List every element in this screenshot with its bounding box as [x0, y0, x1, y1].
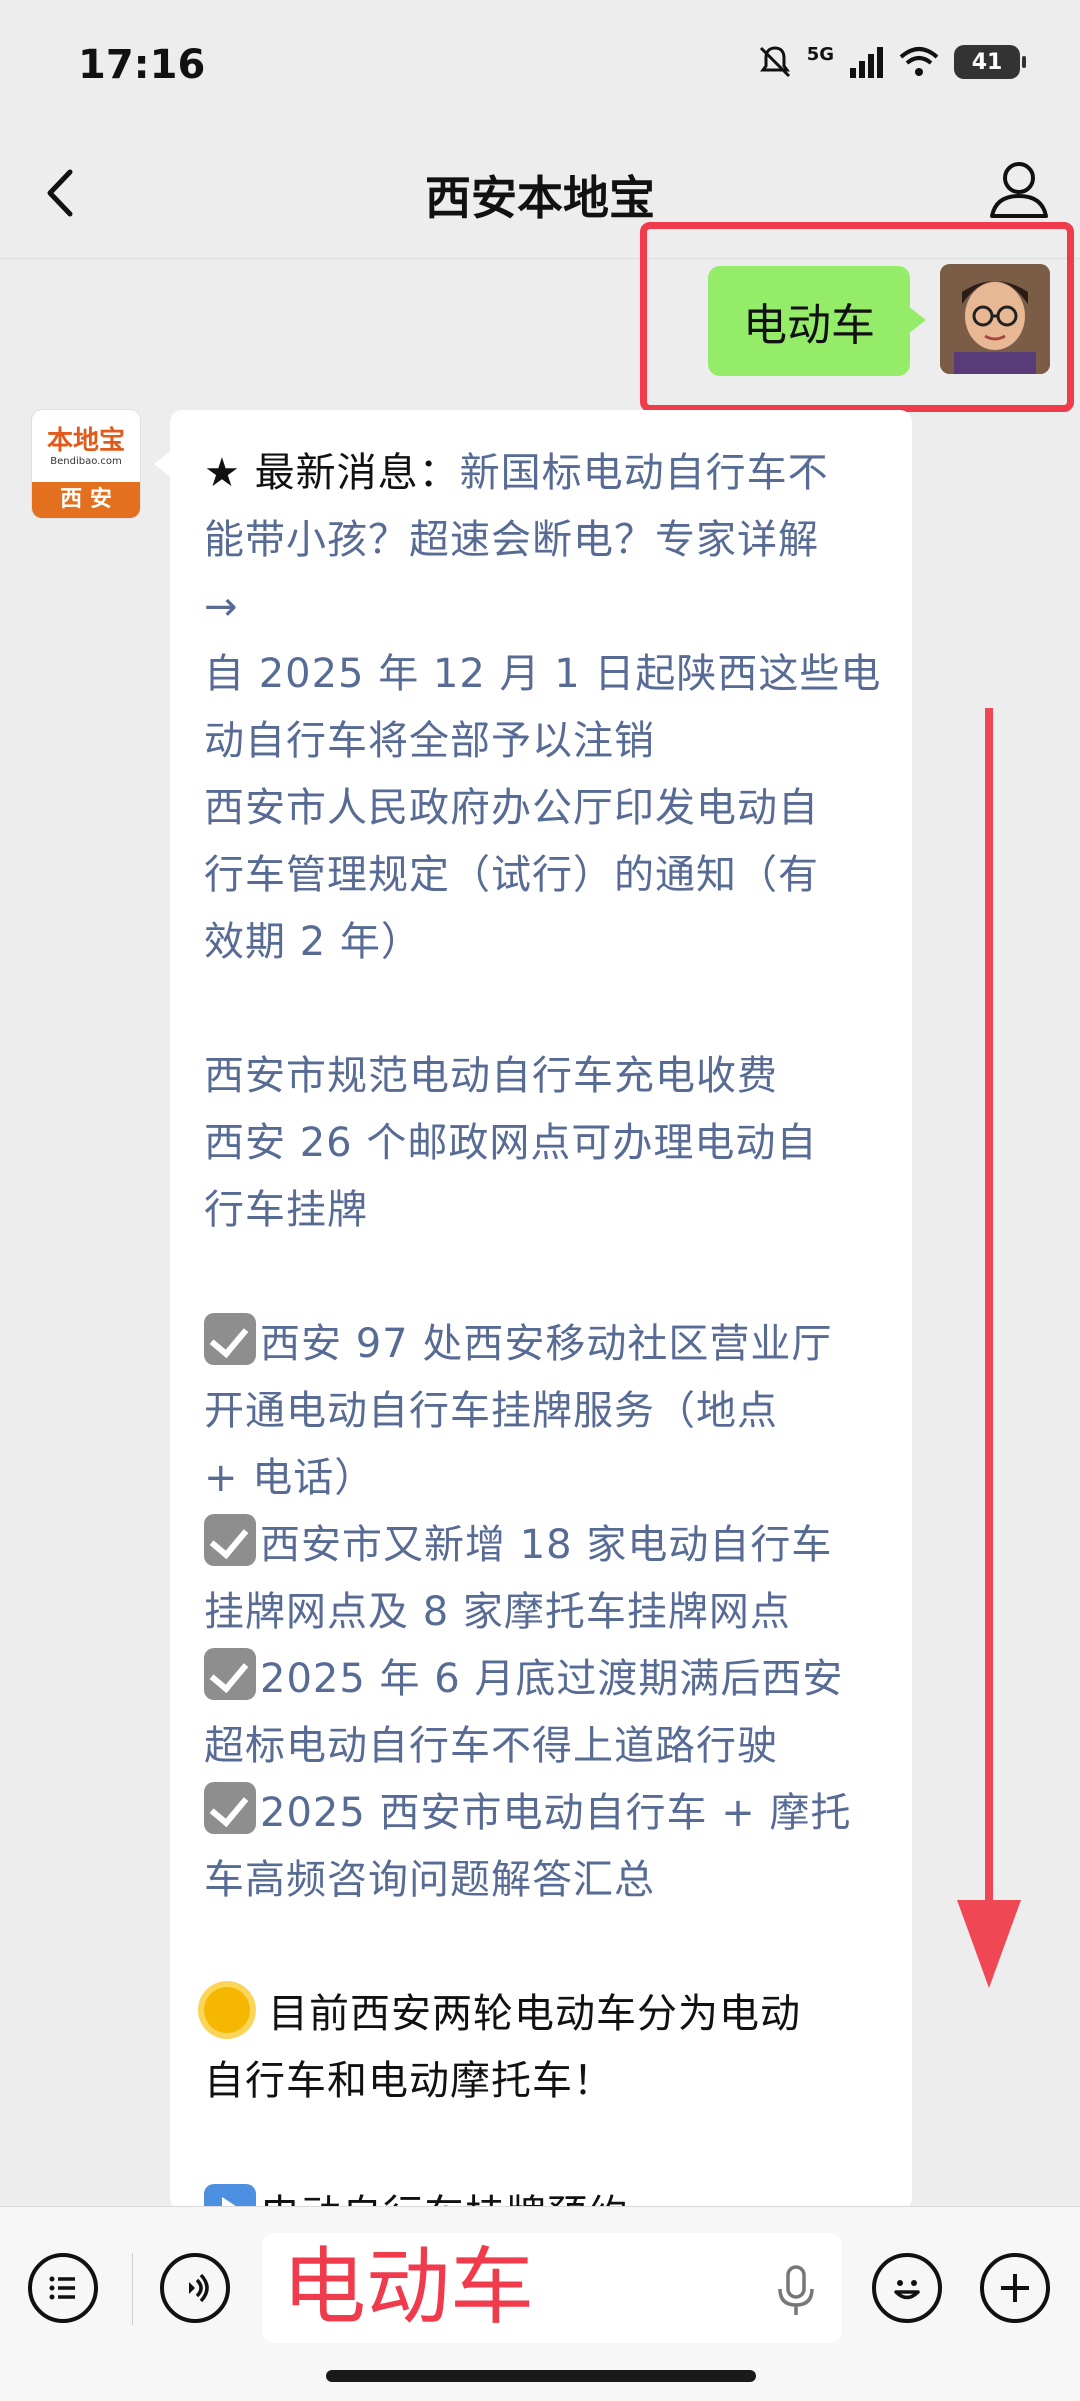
- typed-text: 电动车: [282, 2238, 535, 2336]
- incoming-message-bubble: ★ 最新消息：新国标电动自行车不 能带小孩？超速会断电？专家详解 → 自 202…: [154, 410, 912, 2234]
- article-link[interactable]: 动自行车将全部予以注销: [204, 708, 878, 775]
- smiley-icon: [894, 2280, 920, 2300]
- article-link[interactable]: 效期 2 年）: [204, 909, 878, 976]
- outgoing-message-bubble[interactable]: 电动车: [708, 266, 926, 376]
- article-link[interactable]: 西安市人民政府办公厅印发电动自: [204, 775, 878, 842]
- status-time: 17:16: [78, 42, 206, 88]
- checked-item-link[interactable]: 西安 97 处西安移动社区营业厅: [260, 1321, 832, 1367]
- latest-news-link[interactable]: 新国标电动自行车不: [460, 450, 829, 496]
- voice-button[interactable]: [160, 2253, 230, 2323]
- latest-news-prefix: ★ 最新消息：: [204, 450, 460, 496]
- emoji-button[interactable]: [872, 2253, 942, 2323]
- checked-item[interactable]: 2025 年 6 月底过渡期满后西安: [204, 1646, 878, 1713]
- latest-news-link[interactable]: 能带小孩？超速会断电？专家详解: [204, 507, 878, 574]
- home-indicator[interactable]: [326, 2370, 756, 2382]
- article-link[interactable]: 西安市规范电动自行车充电收费: [204, 1043, 878, 1110]
- article-link[interactable]: 西安 26 个邮政网点可办理电动自: [204, 1110, 878, 1177]
- checked-item[interactable]: 2025 西安市电动自行车 + 摩托: [204, 1780, 878, 1847]
- bot-avatar[interactable]: 本地宝 Bendibao.com 西 安: [32, 410, 140, 518]
- article-link[interactable]: 行车挂牌: [204, 1177, 878, 1244]
- checkmark-icon: [204, 1648, 256, 1700]
- latest-news-link[interactable]: →: [204, 574, 878, 641]
- info-line: 目前西安两轮电动车分为电动: [204, 1981, 878, 2048]
- checked-item-link[interactable]: 2025 年 6 月底过渡期满后西安: [260, 1656, 843, 1702]
- microphone-icon[interactable]: [774, 2263, 818, 2319]
- info-text: 自行车和电动摩托车！: [204, 2058, 614, 2104]
- checked-item-link[interactable]: + 电话）: [204, 1445, 878, 1512]
- wifi-icon: [899, 47, 939, 76]
- network-label: 5G: [806, 44, 834, 65]
- checkmark-icon: [204, 1313, 256, 1365]
- arrow-down-icon: [957, 1900, 1021, 1988]
- logo-text: 本地宝: [46, 426, 125, 456]
- article-link[interactable]: 自 2025 年 12 月 1 日起陕西这些电: [204, 641, 880, 708]
- divider: [132, 2253, 133, 2325]
- checked-item-link[interactable]: 车高频咨询问题解答汇总: [204, 1847, 878, 1914]
- scroll-arrow: [985, 708, 993, 1938]
- message-input[interactable]: 电动车: [262, 2233, 842, 2343]
- article-link[interactable]: 行车管理规定（试行）的通知（有: [204, 842, 878, 909]
- status-bar: 17:16 5G 41: [0, 0, 1080, 130]
- checkmark-icon: [204, 1514, 256, 1566]
- checked-item-link[interactable]: 2025 西安市电动自行车 + 摩托: [260, 1790, 851, 1836]
- checkmark-icon: [204, 1782, 256, 1834]
- mute-icon: [759, 46, 790, 78]
- person-icon: [990, 162, 1048, 218]
- list-icon: [49, 2276, 75, 2300]
- menu-button[interactable]: [28, 2253, 98, 2323]
- checked-item-link[interactable]: 开通电动自行车挂牌服务（地点: [204, 1378, 878, 1445]
- checked-item-link[interactable]: 挂牌网点及 8 家摩托车挂牌网点: [204, 1579, 878, 1646]
- sun-icon: [204, 1987, 250, 2033]
- signal-icon: [850, 47, 883, 78]
- chat-title: 西安本地宝: [425, 171, 655, 225]
- voice-icon: [189, 2273, 209, 2303]
- checked-item[interactable]: 西安市又新增 18 家电动自行车: [204, 1512, 878, 1579]
- battery-icon: 41: [954, 45, 1026, 79]
- status-icons: 5G 41: [757, 44, 1026, 80]
- profile-button[interactable]: [986, 154, 1052, 224]
- more-button[interactable]: [980, 2253, 1050, 2323]
- plus-icon: [1001, 2274, 1029, 2302]
- logo-url: Bendibao.com: [50, 456, 122, 467]
- user-photo: [940, 264, 1050, 374]
- checked-item[interactable]: 西安 97 处西安移动社区营业厅: [204, 1311, 878, 1378]
- info-text: 目前西安两轮电动车分为电动: [268, 1991, 801, 2037]
- user-avatar[interactable]: [940, 264, 1050, 374]
- checked-item-link[interactable]: 西安市又新增 18 家电动自行车: [260, 1522, 832, 1568]
- latest-news-line: ★ 最新消息：新国标电动自行车不: [204, 440, 878, 507]
- logo-city: 西 安: [32, 482, 140, 518]
- checked-item-link[interactable]: 超标电动自行车不得上道路行驶: [204, 1713, 878, 1780]
